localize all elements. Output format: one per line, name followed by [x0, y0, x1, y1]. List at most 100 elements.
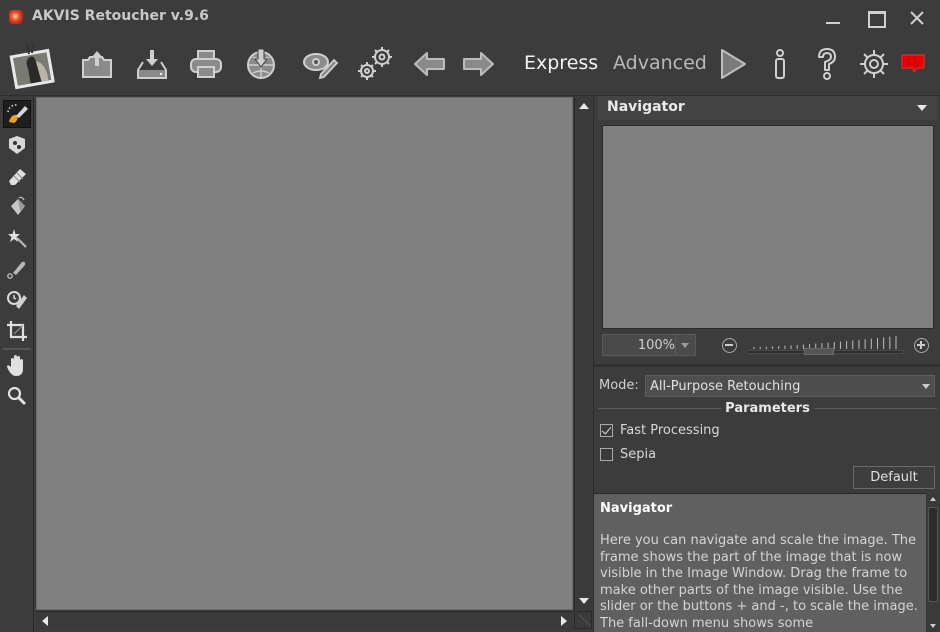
retouch-brush-icon — [7, 104, 28, 123]
eye-pencil-icon — [303, 53, 339, 80]
checkbox-label: Sepia — [620, 446, 657, 462]
undo-button[interactable] — [410, 44, 450, 84]
save-button[interactable] — [132, 44, 172, 84]
close-icon — [910, 11, 924, 25]
redo-button[interactable] — [458, 44, 498, 84]
window-title: AKVIS Retoucher v.9.6 — [32, 8, 209, 24]
question-icon — [818, 48, 836, 80]
eraser-tool[interactable] — [3, 162, 31, 190]
scrollbar-corner — [574, 611, 592, 629]
mode-dropdown[interactable]: All-Purpose Retouching — [645, 375, 935, 397]
help-text: Here you can navigate and scale the imag… — [600, 533, 918, 631]
save-icon — [137, 50, 167, 79]
chevron-down-icon — [922, 384, 930, 389]
zoom-level-field[interactable]: 100% — [602, 334, 696, 356]
right-panel: Navigator 100% Mode: All-Purpose Retouch… — [593, 96, 940, 632]
checkbox-label: Fast Processing — [620, 422, 720, 438]
crop-tool[interactable] — [3, 317, 31, 345]
main-toolbar: Express Advanced — [0, 34, 940, 96]
scroll-down-icon[interactable] — [579, 598, 589, 604]
title-bar: AKVIS Retoucher v.9.6 — [0, 0, 940, 34]
info-icon — [775, 49, 785, 79]
clone-stamp-tool[interactable] — [3, 131, 31, 159]
hand-icon — [7, 355, 23, 376]
navigator-preview[interactable] — [602, 125, 934, 329]
retouch-tool[interactable] — [3, 100, 31, 128]
image-canvas[interactable] — [36, 97, 573, 610]
bucket-icon — [11, 196, 25, 215]
canvas-vertical-scrollbar[interactable] — [574, 97, 592, 610]
stamp-icon — [9, 136, 25, 154]
print-icon — [190, 50, 222, 78]
share-button[interactable] — [241, 44, 281, 84]
open-icon — [82, 51, 112, 78]
checkbox-icon[interactable] — [600, 423, 613, 437]
info-button[interactable] — [760, 44, 800, 84]
chameleon-brush-tool[interactable] — [3, 255, 31, 283]
patch-tool[interactable] — [3, 193, 31, 221]
zoom-level-value[interactable]: 100% — [603, 338, 675, 353]
minimize-button[interactable] — [818, 6, 848, 30]
eraser-icon — [9, 169, 26, 185]
close-button[interactable] — [902, 6, 932, 30]
message-icon — [901, 54, 925, 74]
tool-separator — [3, 348, 31, 350]
advanced-mode-tab[interactable]: Advanced — [613, 52, 707, 74]
crop-icon — [7, 321, 27, 341]
open-button[interactable] — [77, 44, 117, 84]
print-button[interactable] — [186, 44, 226, 84]
history-brush-icon — [7, 291, 27, 309]
run-button[interactable] — [713, 44, 753, 84]
fast-processing-checkbox[interactable]: Fast Processing — [600, 422, 720, 438]
magic-wand-icon — [8, 229, 27, 248]
share-icon — [247, 48, 275, 79]
preferences-button[interactable] — [854, 44, 894, 84]
navigator-title: Navigator — [607, 99, 685, 115]
gears-icon — [358, 47, 392, 80]
play-icon — [721, 49, 746, 79]
scroll-right-icon[interactable] — [561, 616, 567, 626]
history-brush-tool[interactable] — [3, 286, 31, 314]
gear-icon — [860, 50, 888, 78]
tool-palette — [0, 96, 34, 632]
help-scrollbar[interactable] — [926, 493, 940, 632]
scroll-up-icon[interactable] — [579, 103, 589, 109]
arrow-left-icon — [414, 52, 445, 76]
hand-tool[interactable] — [3, 352, 31, 380]
notifications-button[interactable] — [893, 44, 933, 84]
chameleon-brush-icon — [7, 261, 26, 279]
plugin-settings-button[interactable] — [356, 44, 396, 84]
express-mode-tab[interactable]: Express — [524, 52, 598, 74]
parameters-heading: Parameters — [594, 401, 940, 416]
scroll-down-icon[interactable] — [930, 624, 936, 628]
parameters-title: Parameters — [721, 401, 814, 416]
mode-dropdown-value: All-Purpose Retouching — [650, 379, 801, 394]
photo-thumbnail-button[interactable] — [6, 42, 58, 90]
zoom-slider[interactable] — [746, 336, 904, 356]
help-title: Navigator — [600, 501, 673, 516]
collapse-icon[interactable] — [917, 105, 927, 111]
photo-icon — [9, 42, 55, 90]
arrow-right-icon — [463, 52, 494, 76]
app-logo-icon — [9, 10, 23, 24]
zoom-in-button[interactable] — [914, 338, 929, 353]
default-button[interactable]: Default — [853, 466, 935, 489]
mode-label: Mode: — [599, 378, 639, 393]
panel-divider — [594, 364, 940, 367]
scroll-left-icon[interactable] — [42, 616, 48, 626]
batch-button[interactable] — [300, 44, 340, 84]
canvas-horizontal-scrollbar[interactable] — [36, 611, 573, 629]
help-panel: Navigator Here you can navigate and scal… — [594, 493, 926, 632]
zoom-out-button[interactable] — [722, 338, 737, 353]
magic-wand-tool[interactable] — [3, 224, 31, 252]
scroll-up-icon[interactable] — [930, 497, 936, 501]
checkbox-icon[interactable] — [600, 447, 613, 461]
maximize-button[interactable] — [860, 6, 890, 30]
magnifier-icon — [7, 386, 27, 406]
zoom-dropdown-button[interactable] — [675, 335, 695, 355]
sepia-checkbox[interactable]: Sepia — [600, 446, 656, 462]
zoom-slider-thumb[interactable] — [804, 348, 834, 355]
help-scrollbar-thumb[interactable] — [928, 507, 938, 602]
zoom-tool[interactable] — [3, 382, 31, 410]
help-button[interactable] — [807, 44, 847, 84]
